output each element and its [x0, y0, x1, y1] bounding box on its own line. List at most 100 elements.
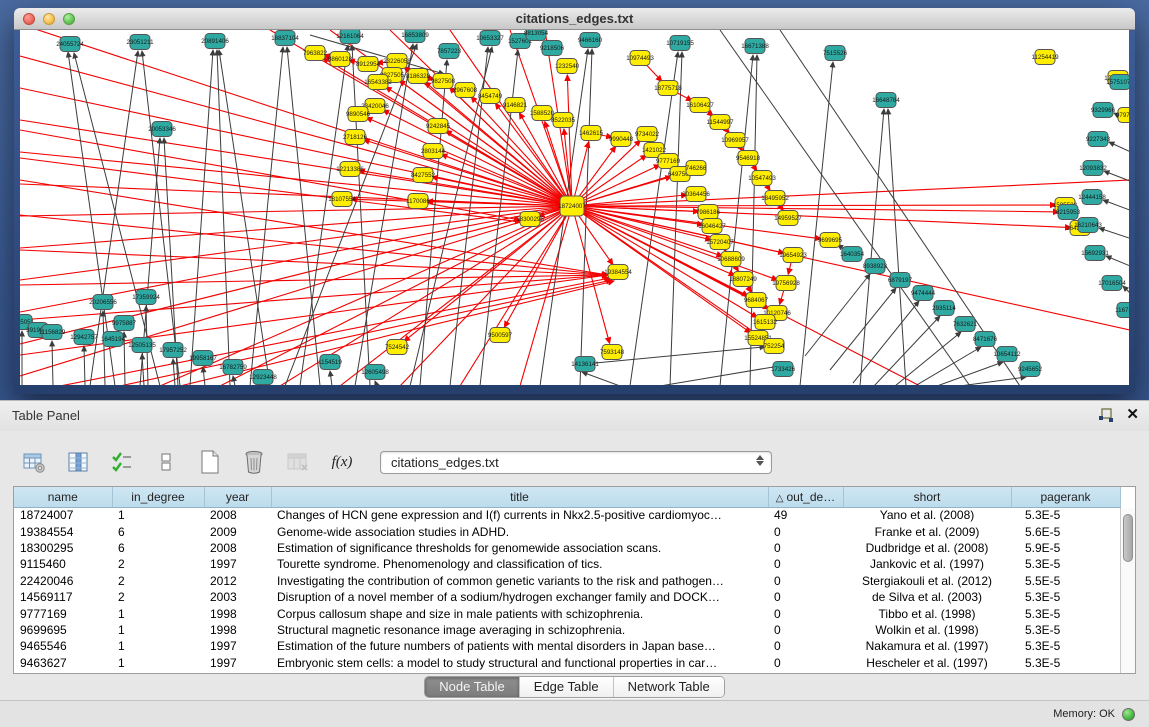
- graph-node[interactable]: 16853809: [401, 30, 429, 43]
- graph-node[interactable]: 9146821: [503, 98, 528, 113]
- column-header-year[interactable]: year: [204, 487, 271, 507]
- graph-node[interactable]: 1640354: [840, 247, 865, 262]
- graph-node[interactable]: 1232540: [555, 59, 580, 74]
- column-header-short[interactable]: short: [843, 487, 1011, 507]
- tab-network-table[interactable]: Network Table: [614, 677, 724, 697]
- graph-node[interactable]: 12161064: [336, 30, 364, 44]
- graph-node[interactable]: 12923448: [249, 370, 277, 385]
- table-row[interactable]: 1938455462009Genome-wide association stu…: [14, 523, 1120, 539]
- graph-node[interactable]: 18775718: [654, 81, 682, 96]
- graph-node[interactable]: 18724007: [558, 196, 586, 216]
- graph-node[interactable]: 17359924: [132, 290, 160, 305]
- graph-node[interactable]: 7986186: [696, 205, 721, 220]
- table-row[interactable]: 2242004622012Investigating the contribut…: [14, 573, 1120, 589]
- table-scrollbar[interactable]: [1120, 508, 1135, 673]
- graph-node[interactable]: 19384554: [604, 265, 632, 280]
- graph-node[interactable]: 9218506: [540, 41, 565, 56]
- window-titlebar[interactable]: citations_edges.txt: [14, 8, 1135, 30]
- graph-node[interactable]: 8215953: [1056, 205, 1081, 220]
- graph-node[interactable]: 7593148: [600, 345, 625, 360]
- graph-node[interactable]: 9329966: [1091, 103, 1116, 118]
- table-row[interactable]: 946362711997Embryonic stem cells: a mode…: [14, 655, 1120, 671]
- graph-node[interactable]: 12605498: [361, 365, 389, 380]
- table-scrollbar-thumb[interactable]: [1123, 514, 1133, 562]
- graph-node[interactable]: 1645194: [101, 332, 126, 347]
- graph-node[interactable]: 9546918: [736, 151, 761, 166]
- graph-node[interactable]: 1462615: [579, 126, 604, 141]
- graph-node[interactable]: 9975887: [112, 316, 137, 331]
- graph-node[interactable]: 12213386: [336, 162, 364, 177]
- graph-node[interactable]: 10719155: [666, 36, 694, 51]
- graph-node[interactable]: 752254: [764, 339, 785, 354]
- graph-node[interactable]: 2935114: [932, 301, 956, 316]
- table-row[interactable]: 1872400712008Changes of HCN gene express…: [14, 507, 1120, 523]
- graph-node[interactable]: 8938923: [863, 259, 888, 274]
- graph-node[interactable]: 2718126: [343, 130, 368, 145]
- graph-node[interactable]: 1588520: [530, 106, 555, 121]
- graph-node[interactable]: 1733426: [771, 362, 796, 377]
- graph-node[interactable]: 12444158: [1078, 190, 1106, 205]
- graph-node[interactable]: 19958167: [189, 351, 217, 366]
- graph-node[interactable]: 11156829: [39, 325, 66, 340]
- graph-node[interactable]: 23051211: [126, 35, 154, 50]
- graph-node[interactable]: 9890546: [346, 107, 371, 122]
- graph-node[interactable]: 16106427: [686, 98, 714, 113]
- table-row[interactable]: 1830029562008Estimation of significance …: [14, 540, 1120, 556]
- graph-node[interactable]: 12942757: [70, 330, 98, 345]
- graph-node[interactable]: 18495952: [761, 191, 789, 206]
- graph-node[interactable]: 10974493: [626, 51, 654, 66]
- table-mode-icon[interactable]: [20, 448, 48, 476]
- graph-node[interactable]: 7963822: [303, 46, 328, 61]
- graph-node[interactable]: 15692931: [1081, 246, 1109, 261]
- graph-node[interactable]: 24055724: [56, 37, 84, 52]
- new-column-icon[interactable]: [196, 448, 224, 476]
- graph-node[interactable]: 20364456: [682, 187, 710, 202]
- graph-node[interactable]: 7857223: [437, 44, 462, 59]
- graph-node[interactable]: 8860128: [328, 52, 353, 67]
- graph-node[interactable]: 11254419: [1031, 50, 1059, 65]
- graph-node[interactable]: 20206556: [89, 295, 117, 310]
- network-canvas[interactable]: 1872400718300295193845541462615999044897…: [20, 30, 1129, 385]
- graph-node[interactable]: 8454749: [478, 89, 503, 104]
- graph-node[interactable]: 7515526: [823, 46, 848, 61]
- column-header-in_degree[interactable]: in_degree: [112, 487, 204, 507]
- graph-node[interactable]: 1167534: [1115, 303, 1129, 318]
- tab-node-table[interactable]: Node Table: [425, 677, 520, 697]
- graph-node[interactable]: 8912954: [356, 57, 381, 72]
- tab-edge-table[interactable]: Edge Table: [520, 677, 614, 697]
- graph-node[interactable]: 23226058: [383, 54, 411, 69]
- graph-node[interactable]: 20053346: [148, 122, 176, 137]
- graph-node[interactable]: 20891406: [201, 34, 229, 49]
- graph-node[interactable]: 14136141: [571, 357, 599, 372]
- graph-node[interactable]: 9684067: [744, 293, 769, 308]
- table-row[interactable]: 977716911998Corpus callosum shape and si…: [14, 605, 1120, 621]
- graph-node[interactable]: 12093832: [1079, 161, 1107, 176]
- show-columns-icon[interactable]: [64, 448, 92, 476]
- selection-mode-icon[interactable]: [108, 448, 136, 476]
- row-options-icon[interactable]: [152, 448, 180, 476]
- graph-node[interactable]: 11544997: [706, 115, 734, 130]
- graph-node[interactable]: 12505135: [128, 338, 156, 353]
- graph-node[interactable]: 9245652: [1018, 362, 1043, 377]
- graph-node[interactable]: 1154519: [318, 355, 342, 370]
- graph-node[interactable]: 18107554: [328, 192, 356, 207]
- graph-node[interactable]: 18837104: [271, 31, 299, 46]
- graph-node[interactable]: 2967608: [453, 83, 478, 98]
- table-row[interactable]: 911546021997Tourette syndrome. Phenomeno…: [14, 556, 1120, 572]
- graph-node[interactable]: 15720407: [706, 235, 734, 250]
- graph-node[interactable]: 16543382: [364, 75, 392, 90]
- graph-node[interactable]: 19654923: [779, 248, 807, 263]
- graph-node[interactable]: 10653327: [476, 31, 504, 46]
- zoom-window-button[interactable]: [63, 13, 75, 25]
- graph-node[interactable]: 19756928: [772, 276, 800, 291]
- graph-node[interactable]: 18300295: [516, 212, 544, 227]
- graph-node[interactable]: 9474444: [911, 286, 936, 301]
- function-builder-icon[interactable]: f(x): [328, 448, 356, 476]
- graph-node[interactable]: 9242845: [426, 119, 451, 134]
- graph-node[interactable]: 16671388: [741, 39, 769, 54]
- graph-node[interactable]: 8813054: [524, 30, 549, 41]
- table-selector-dropdown[interactable]: citations_edges.txt: [380, 451, 772, 474]
- minimize-window-button[interactable]: [43, 13, 55, 25]
- table-row[interactable]: 969969511998Structural magnetic resonanc…: [14, 622, 1120, 638]
- memory-status-indicator[interactable]: [1122, 708, 1135, 721]
